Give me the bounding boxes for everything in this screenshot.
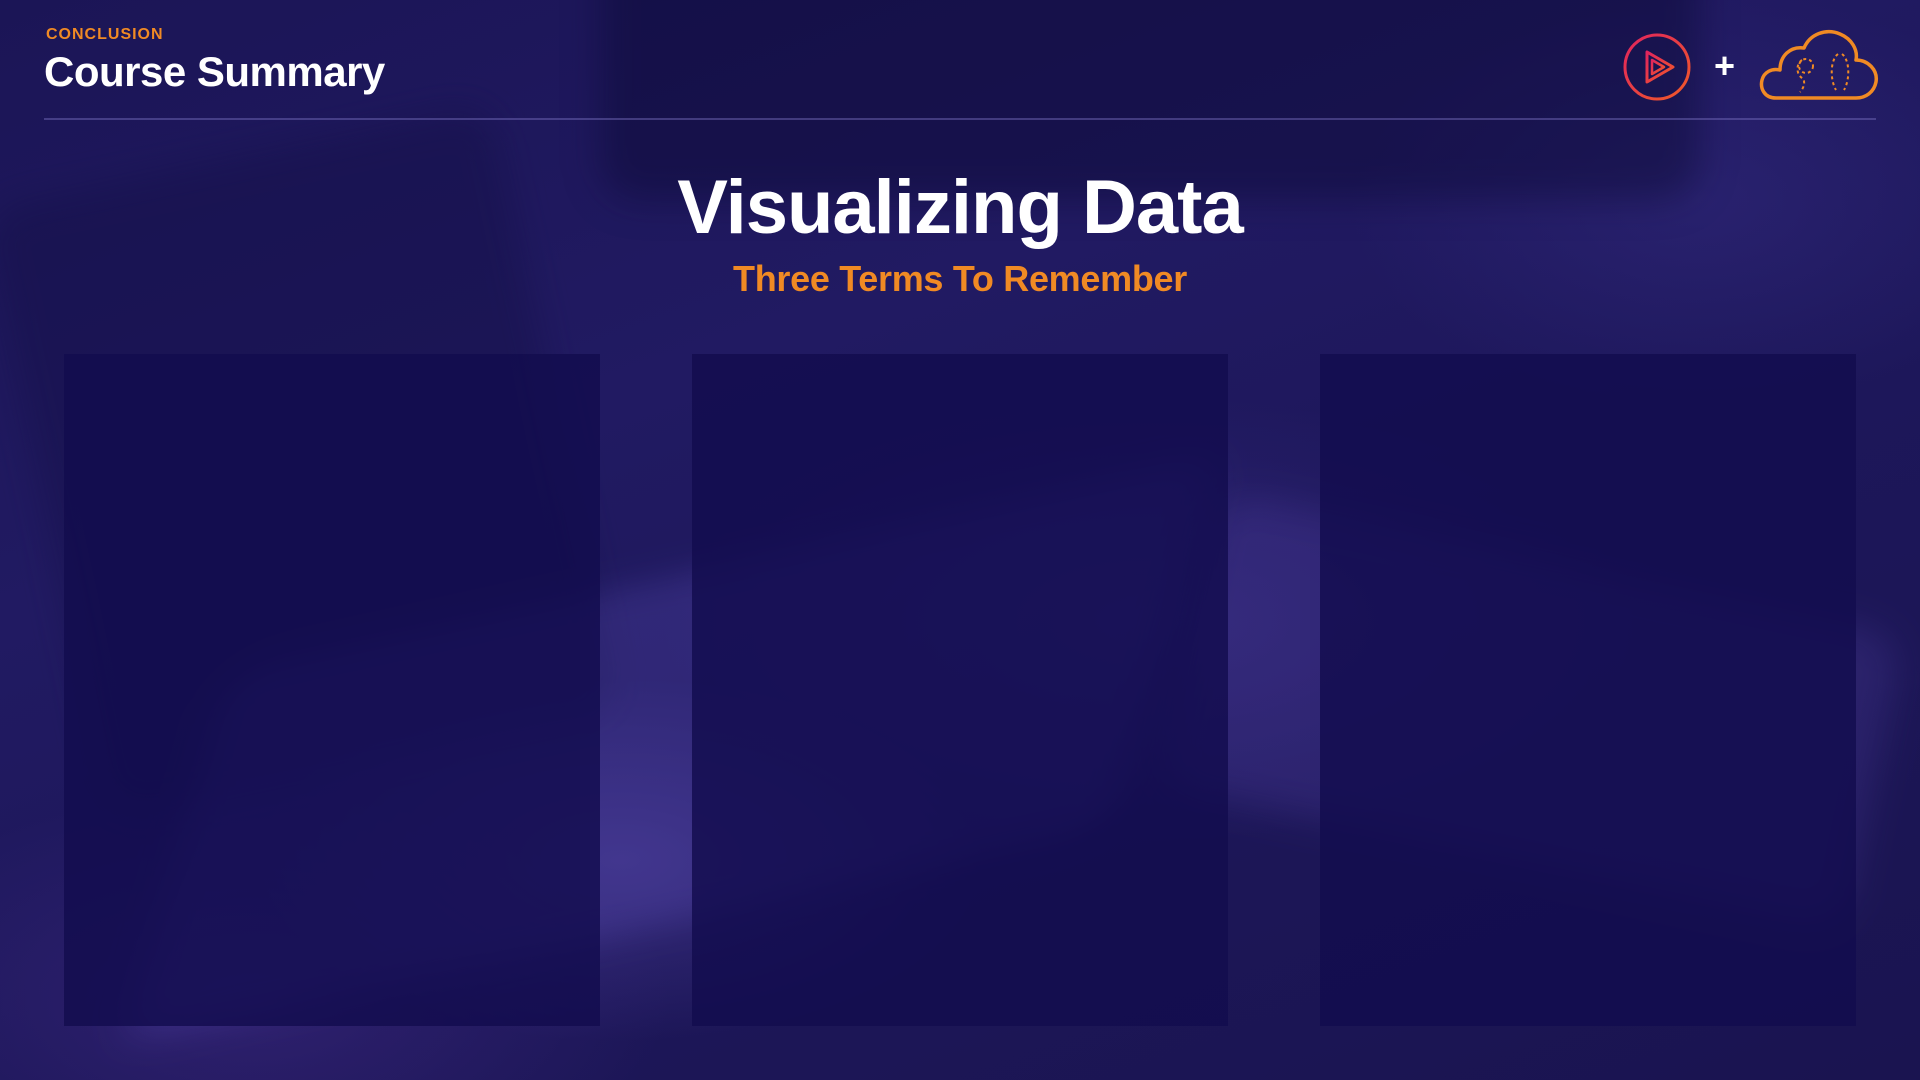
play-logo-icon [1623,33,1691,101]
term-panel-1 [64,354,600,1026]
section-title: Course Summary [44,48,385,95]
slide: CONCLUSION Course Summary + Visualizing … [0,0,1920,1080]
section-kicker: CONCLUSION [46,26,164,43]
term-panel-2 [692,354,1228,1026]
main-title: Visualizing Data [677,165,1243,250]
term-panel-3 [1320,354,1856,1026]
main-subtitle: Three Terms To Remember [733,258,1187,299]
plus-icon: + [1714,45,1736,86]
header-divider [44,118,1876,120]
cloud-logo-icon [1759,29,1878,100]
logo-group: + [1618,26,1880,106]
